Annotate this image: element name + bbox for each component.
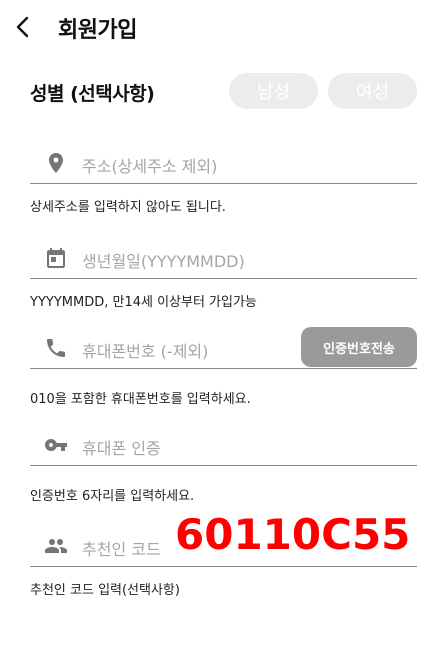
phone-icon [47, 339, 65, 357]
send-code-button[interactable]: 인증번호전송 [301, 327, 417, 367]
location-pin-icon [49, 153, 63, 173]
referral-placeholder: 추천인 코드 [82, 540, 161, 559]
referral-code: 60110C55 [175, 510, 411, 559]
phone-hint: 010을 포함한 휴대폰번호를 입력하세요. [30, 392, 251, 407]
header: 회원가입 [0, 0, 444, 56]
address-field[interactable]: 주소(상세주소 제외) [30, 144, 417, 184]
gender-male-button[interactable]: 남성 [229, 73, 318, 109]
people-icon [45, 539, 67, 553]
verify-field[interactable]: 휴대폰 인증 [30, 426, 417, 466]
birth-placeholder: 생년월일(YYYYMMDD) [82, 252, 245, 271]
verify-placeholder: 휴대폰 인증 [82, 439, 161, 458]
address-placeholder: 주소(상세주소 제외) [82, 157, 218, 176]
address-hint: 상세주소를 입력하지 않아도 됩니다. [30, 200, 226, 215]
birth-field[interactable]: 생년월일(YYYYMMDD) [30, 239, 417, 279]
referral-hint: 추천인 코드 입력(선택사항) [30, 583, 180, 598]
key-icon [45, 439, 67, 451]
verify-hint: 인증번호 6자리를 입력하세요. [30, 489, 195, 504]
calendar-icon [47, 248, 65, 268]
gender-female-button[interactable]: 여성 [328, 73, 417, 109]
phone-field[interactable]: 휴대폰번호 (-제외) 인증번호전송 [30, 327, 417, 369]
gender-label: 성별 (선택사항) [30, 83, 155, 105]
chevron-left-icon[interactable] [12, 13, 34, 41]
page-title: 회원가입 [58, 18, 137, 43]
birth-hint: YYYYMMDD, 만14세 이상부터 가입가능 [30, 295, 257, 310]
phone-placeholder: 휴대폰번호 (-제외) [82, 342, 209, 361]
